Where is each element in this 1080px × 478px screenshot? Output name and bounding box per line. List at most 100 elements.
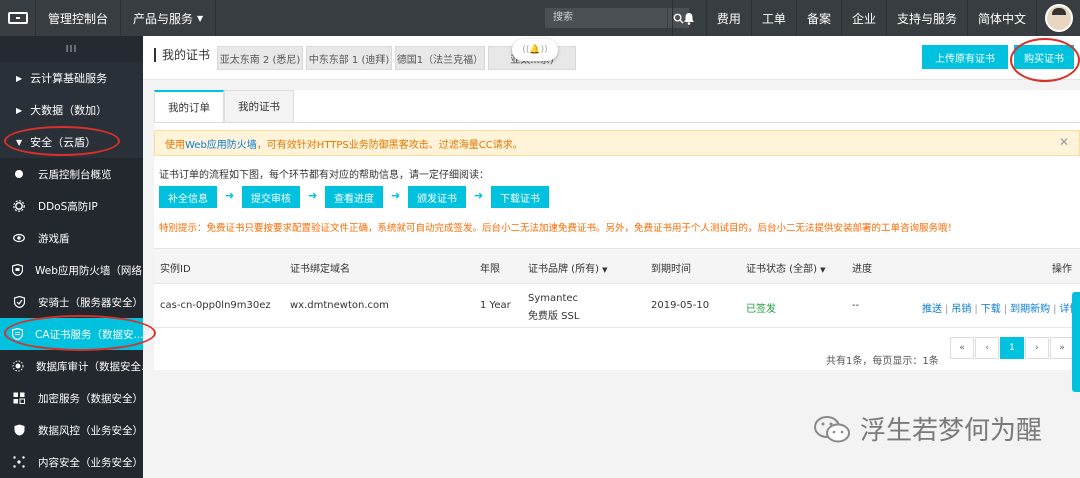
sidebar-item-server-guard[interactable]: 安骑士（服务器安全） <box>0 286 143 318</box>
pagination-summary: 共有1条，每页显示：1条 <box>826 356 939 367</box>
network-icon <box>12 456 26 468</box>
step-view-progress[interactable]: 查看进度 <box>325 186 383 208</box>
buy-certificate-button[interactable]: 购买证书 <box>1014 45 1074 69</box>
avatar-image <box>1044 4 1073 32</box>
sidebar-item-encryption[interactable]: 加密服务（数据安全） <box>0 382 143 414</box>
user-avatar[interactable] <box>1036 0 1080 36</box>
cell-brand-name: Symantec <box>528 293 579 304</box>
sidebar-item-label: 数据库审计（数据安全... <box>36 360 143 373</box>
gear-icon <box>12 200 26 212</box>
region-tab-dubai[interactable]: 中东东部 1 (迪拜) <box>306 46 392 70</box>
sidebar-item-overview[interactable]: 云盾控制台概览 <box>0 158 143 190</box>
pager-last-button[interactable]: » <box>1050 337 1074 359</box>
action-renew[interactable]: 到期新购 <box>1010 304 1050 315</box>
cell-brand-type: 免费版 SSL <box>528 311 580 322</box>
caret-right-icon: ▶ <box>16 73 23 83</box>
sidebar-item-label: 数据风控（业务安全） <box>38 424 143 437</box>
step-complete-info[interactable]: 补全信息 <box>159 186 217 208</box>
notifications-button[interactable] <box>671 0 706 36</box>
action-download[interactable]: 下载 <box>981 304 1001 315</box>
sidebar-item-label: 云盾控制台概览 <box>38 168 112 181</box>
th-actions: 操作 <box>1052 264 1072 275</box>
sidebar-item-content-security[interactable]: 内容安全（业务安全） <box>0 446 143 478</box>
bell-icon: ((🔔)) <box>522 45 548 55</box>
watermark: 浮生若梦何为醒 <box>812 410 1042 447</box>
th-status-filter[interactable]: 证书状态 (全部) ▼ <box>746 260 826 275</box>
sidebar-group-cloud-computing[interactable]: ▶ 云计算基础服务 <box>0 62 143 94</box>
separator: | <box>974 304 978 315</box>
icp-link[interactable]: 备案 <box>795 0 841 36</box>
bell-icon <box>684 12 695 25</box>
close-icon[interactable]: ✕ <box>1059 135 1069 149</box>
sidebar-item-ddos[interactable]: DDoS高防IP <box>0 190 143 222</box>
console-link[interactable]: 管理控制台 <box>36 0 122 36</box>
support-link[interactable]: 支持与服务 <box>885 0 967 36</box>
action-push[interactable]: 推送 <box>922 304 942 315</box>
step-submit-review[interactable]: 提交审核 <box>242 186 300 208</box>
caret-down-icon: ▼ <box>16 137 23 147</box>
shield-icon <box>12 424 26 436</box>
pager-next-button[interactable]: › <box>1025 337 1049 359</box>
pager-page-1[interactable]: 1 <box>1000 337 1024 359</box>
step-download-certificate[interactable]: 下载证书 <box>491 186 549 208</box>
separator: | <box>1053 304 1057 315</box>
th-status-label: 证书状态 (全部) <box>746 264 817 275</box>
sidebar-item-ca-certificate[interactable]: CA证书服务（数据安... <box>0 318 143 350</box>
cell-years: 1 Year <box>480 300 511 311</box>
upload-certificate-button[interactable]: 上传原有证书 <box>922 45 1008 69</box>
waf-link[interactable]: Web应用防火墙 <box>185 136 257 151</box>
th-brand-filter[interactable]: 证书品牌 (所有) ▼ <box>528 260 608 275</box>
certificate-icon <box>12 328 23 340</box>
tab-my-orders[interactable]: 我的订单 <box>154 90 224 122</box>
arrow-right-icon: ➜ <box>474 189 484 202</box>
aliyun-logo[interactable] <box>0 0 36 36</box>
table-header: 实例ID 证书绑定域名 年限 证书品牌 (所有) ▼ 到期时间 证书状态 (全部… <box>154 248 1080 284</box>
eye-icon <box>12 233 26 243</box>
language-select[interactable]: 简体中文 <box>966 0 1036 36</box>
cell-status: 已签发 <box>746 304 776 315</box>
step-issue-certificate[interactable]: 颁发证书 <box>408 186 466 208</box>
products-menu[interactable]: 产品与服务 ▼ <box>121 0 217 36</box>
sidebar-item-waf[interactable]: Web应用防火墙（网络... <box>0 254 143 286</box>
billing-link[interactable]: 费用 <box>705 0 751 36</box>
sidebar-group-label: 云计算基础服务 <box>30 72 108 85</box>
page-title: 我的证书 <box>154 48 210 62</box>
enterprise-link[interactable]: 企业 <box>840 0 886 36</box>
special-hint: 特别提示：免费证书只要按要求配置验证文件正确，系统就可自动完成签发。后台小二无法… <box>159 223 958 234</box>
tab-my-certificates[interactable]: 我的证书 <box>224 90 294 122</box>
th-years: 年限 <box>480 264 500 275</box>
floating-side-panel[interactable] <box>1072 292 1080 392</box>
arrow-right-icon: ➜ <box>225 189 235 202</box>
sidebar: III ▶ 云计算基础服务 ▶ 大数据（数加） ▼ 安全（云盾） 云盾控制台概览 DD… <box>0 36 143 478</box>
alert-text: ，可有效针对HTTPS业务防御黑客攻击、过滤海量CC请求。 <box>256 139 523 151</box>
arrow-right-icon: ➜ <box>308 189 318 202</box>
tabs-divider <box>154 122 1080 123</box>
search-input[interactable]: 搜索 <box>545 8 667 28</box>
th-domain: 证书绑定域名 <box>290 264 350 275</box>
sidebar-group-big-data[interactable]: ▶ 大数据（数加） <box>0 94 143 126</box>
products-menu-label: 产品与服务 <box>133 11 194 26</box>
sidebar-group-label: 安全（云盾） <box>30 136 97 149</box>
pager-first-button[interactable]: « <box>950 337 974 359</box>
action-revoke[interactable]: 吊销 <box>951 304 971 315</box>
sidebar-item-db-audit[interactable]: 数据库审计（数据安全... <box>0 350 143 382</box>
separator: | <box>945 304 949 315</box>
alert-prefix: 使用 <box>165 139 185 151</box>
arrow-right-icon: ➜ <box>391 189 401 202</box>
notification-pill[interactable]: ((🔔)) <box>512 39 558 61</box>
sidebar-item-risk-control[interactable]: 数据风控（业务安全） <box>0 414 143 446</box>
shield-icon <box>12 296 26 308</box>
cell-expire: 2019-05-10 <box>651 300 710 311</box>
region-tab-frankfurt[interactable]: 德国1（法兰克福） <box>395 46 485 70</box>
region-tab-sydney[interactable]: 亚太东南 2 (悉尼) <box>217 46 303 70</box>
th-brand-label: 证书品牌 (所有) <box>528 264 599 275</box>
sidebar-collapse-toggle[interactable]: III <box>0 36 143 62</box>
th-progress: 进度 <box>852 264 872 275</box>
sidebar-item-game-shield[interactable]: 游戏盾 <box>0 222 143 254</box>
waf-alert: 使用 Web应用防火墙 ，可有效针对HTTPS业务防御黑客攻击、过滤海量CC请求。 … <box>154 130 1080 156</box>
shield-icon <box>12 264 23 276</box>
page-header: 我的证书 亚太东南 2 (悉尼) 中东东部 1 (迪拜) 德国1（法兰克福） 亚… <box>143 36 1080 80</box>
pager-prev-button[interactable]: ‹ <box>975 337 999 359</box>
ticket-link[interactable]: 工单 <box>750 0 796 36</box>
sidebar-group-security[interactable]: ▼ 安全（云盾） <box>0 126 143 158</box>
